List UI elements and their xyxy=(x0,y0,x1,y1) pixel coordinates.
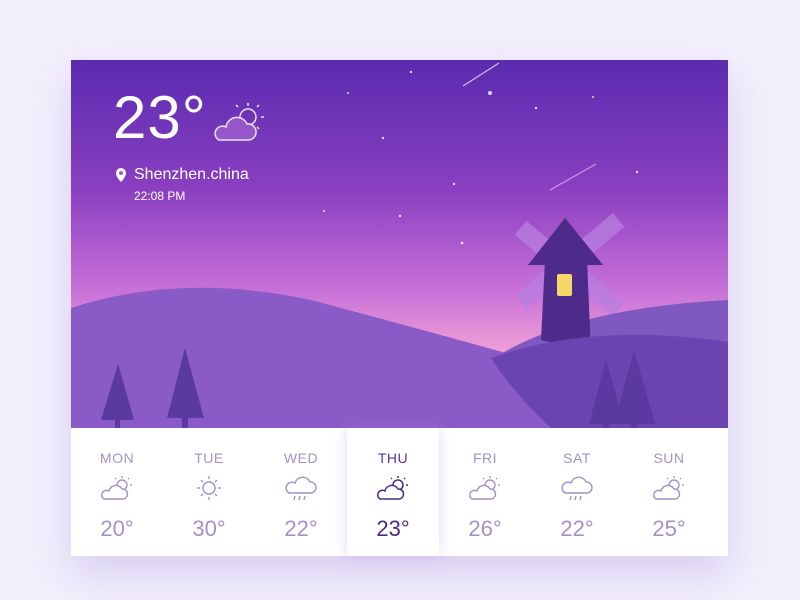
day-temperature: 25° xyxy=(652,516,686,541)
day-temperature: 23° xyxy=(376,516,410,541)
day-temperature: 22° xyxy=(560,516,594,541)
current-temperature: 23° xyxy=(113,84,207,151)
partly-cloudy-icon xyxy=(101,476,132,500)
forecast-day-wed[interactable]: WED 22° xyxy=(255,428,347,556)
forecast-day-sun[interactable]: SUN 25° xyxy=(623,428,715,556)
rain-cloud-icon xyxy=(285,476,317,501)
day-temperature: 30° xyxy=(192,516,226,541)
day-name: FRI xyxy=(472,450,498,466)
windmill-window xyxy=(557,274,572,296)
day-name: THU xyxy=(377,450,409,466)
current-time: 22:08 PM xyxy=(134,189,186,203)
shooting-star xyxy=(549,163,597,191)
day-name: MON xyxy=(99,450,135,466)
forecast-day-sat[interactable]: SAT 22° xyxy=(531,428,623,556)
day-name: SUN xyxy=(653,450,685,466)
partly-cloudy-icon xyxy=(377,476,408,500)
forecast-day-tue[interactable]: TUE 30° xyxy=(163,428,255,556)
weather-hero: 23° Shenzhen.china 22:08 PM xyxy=(71,60,728,428)
partly-cloudy-icon xyxy=(653,476,684,500)
moon-icon xyxy=(595,96,632,136)
shooting-star xyxy=(462,62,500,87)
forecast-strip: MON 20° TUE 30° WED 22° THU 23° FRI 26° … xyxy=(71,428,728,556)
stars xyxy=(323,70,639,245)
forecast-day-thu[interactable]: THU 23° xyxy=(347,428,439,556)
day-temperature: 22° xyxy=(284,516,318,541)
rain-cloud-icon xyxy=(561,476,593,501)
location-pin-icon xyxy=(116,168,126,182)
day-temperature: 26° xyxy=(468,516,502,541)
day-name: WED xyxy=(283,450,319,466)
day-name: SAT xyxy=(563,450,591,466)
sun-icon xyxy=(197,476,221,500)
forecast-day-mon[interactable]: MON 20° xyxy=(71,428,163,556)
day-temperature: 20° xyxy=(100,516,134,541)
day-name: TUE xyxy=(194,450,224,466)
partly-cloudy-icon xyxy=(469,476,500,500)
forecast-day-fri[interactable]: FRI 26° xyxy=(439,428,531,556)
weather-card: 23° Shenzhen.china 22:08 PM MON 20° TUE … xyxy=(71,60,728,556)
location-label: Shenzhen.china xyxy=(134,166,249,183)
partly-cloudy-icon xyxy=(214,103,264,141)
